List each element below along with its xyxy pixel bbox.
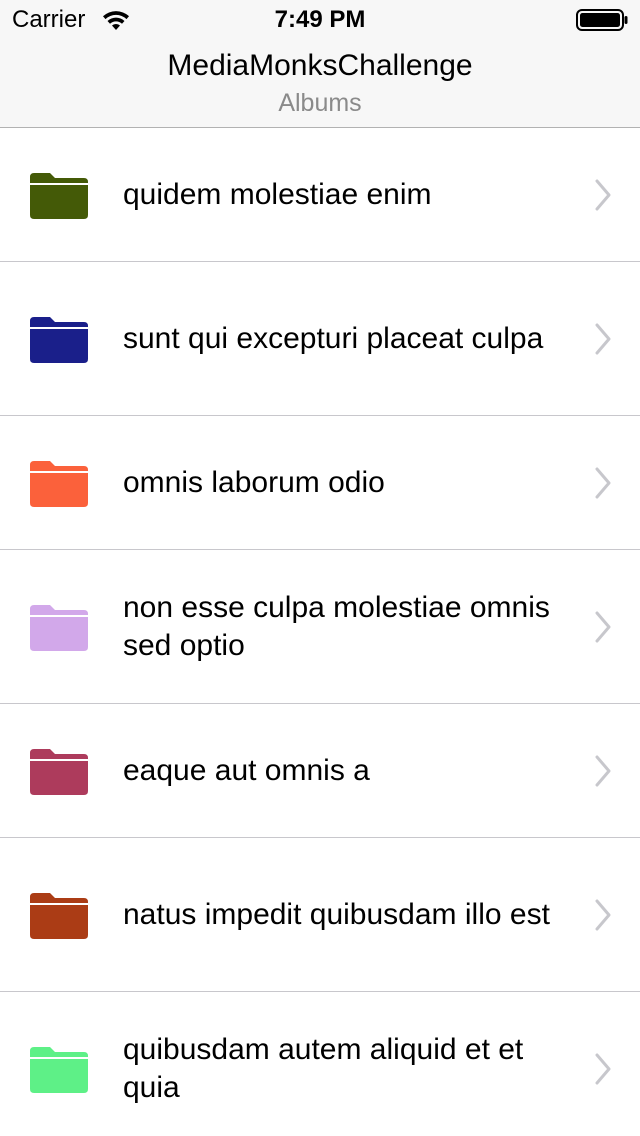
chevron-right-icon bbox=[595, 1053, 611, 1084]
album-title: quibusdam autem aliquid et et quia bbox=[123, 1032, 524, 1104]
folder-icon bbox=[30, 460, 88, 507]
chevron-right-icon bbox=[595, 899, 611, 930]
nav-title: MediaMonksChallenge bbox=[167, 49, 473, 82]
album-title: natus impedit quibusdam illo est bbox=[123, 897, 550, 931]
battery-icon bbox=[576, 9, 628, 31]
album-row[interactable]: natus impedit quibusdam illo est bbox=[0, 838, 640, 992]
folder-icon bbox=[30, 892, 88, 939]
album-list: quidem molestiae enim sunt qui excepturi… bbox=[0, 128, 640, 1136]
chevron-right-icon bbox=[595, 323, 611, 354]
folder-icon bbox=[30, 1046, 88, 1093]
folder-icon bbox=[30, 316, 88, 363]
navigation-bar: MediaMonksChallenge Albums bbox=[0, 40, 640, 128]
status-time: 7:49 PM bbox=[274, 6, 366, 33]
album-title: non esse culpa molestiae omnis sed optio bbox=[123, 590, 550, 662]
album-row[interactable]: sunt qui excepturi placeat culpa bbox=[0, 262, 640, 416]
folder-icon bbox=[30, 604, 88, 651]
screen: Carrier 7:49 PM MediaMonksChallenge Albu… bbox=[0, 0, 640, 1136]
chevron-right-icon bbox=[595, 755, 611, 786]
album-row[interactable]: non esse culpa molestiae omnis sed optio bbox=[0, 550, 640, 704]
folder-icon bbox=[30, 172, 88, 219]
album-title: sunt qui excepturi placeat culpa bbox=[123, 321, 544, 355]
chevron-right-icon bbox=[595, 611, 611, 642]
album-title: omnis laborum odio bbox=[123, 465, 385, 499]
album-row[interactable]: eaque aut omnis a bbox=[0, 704, 640, 838]
album-row[interactable]: quidem molestiae enim bbox=[0, 128, 640, 262]
chevron-right-icon bbox=[595, 179, 611, 210]
chevron-right-icon bbox=[595, 467, 611, 498]
album-title: eaque aut omnis a bbox=[123, 753, 370, 787]
album-row[interactable]: omnis laborum odio bbox=[0, 416, 640, 550]
status-bar: Carrier 7:49 PM bbox=[0, 0, 640, 40]
folder-icon bbox=[30, 748, 88, 795]
album-row[interactable]: quibusdam autem aliquid et et quia bbox=[0, 992, 640, 1136]
nav-subtitle: Albums bbox=[278, 89, 362, 117]
album-title: quidem molestiae enim bbox=[123, 177, 432, 211]
